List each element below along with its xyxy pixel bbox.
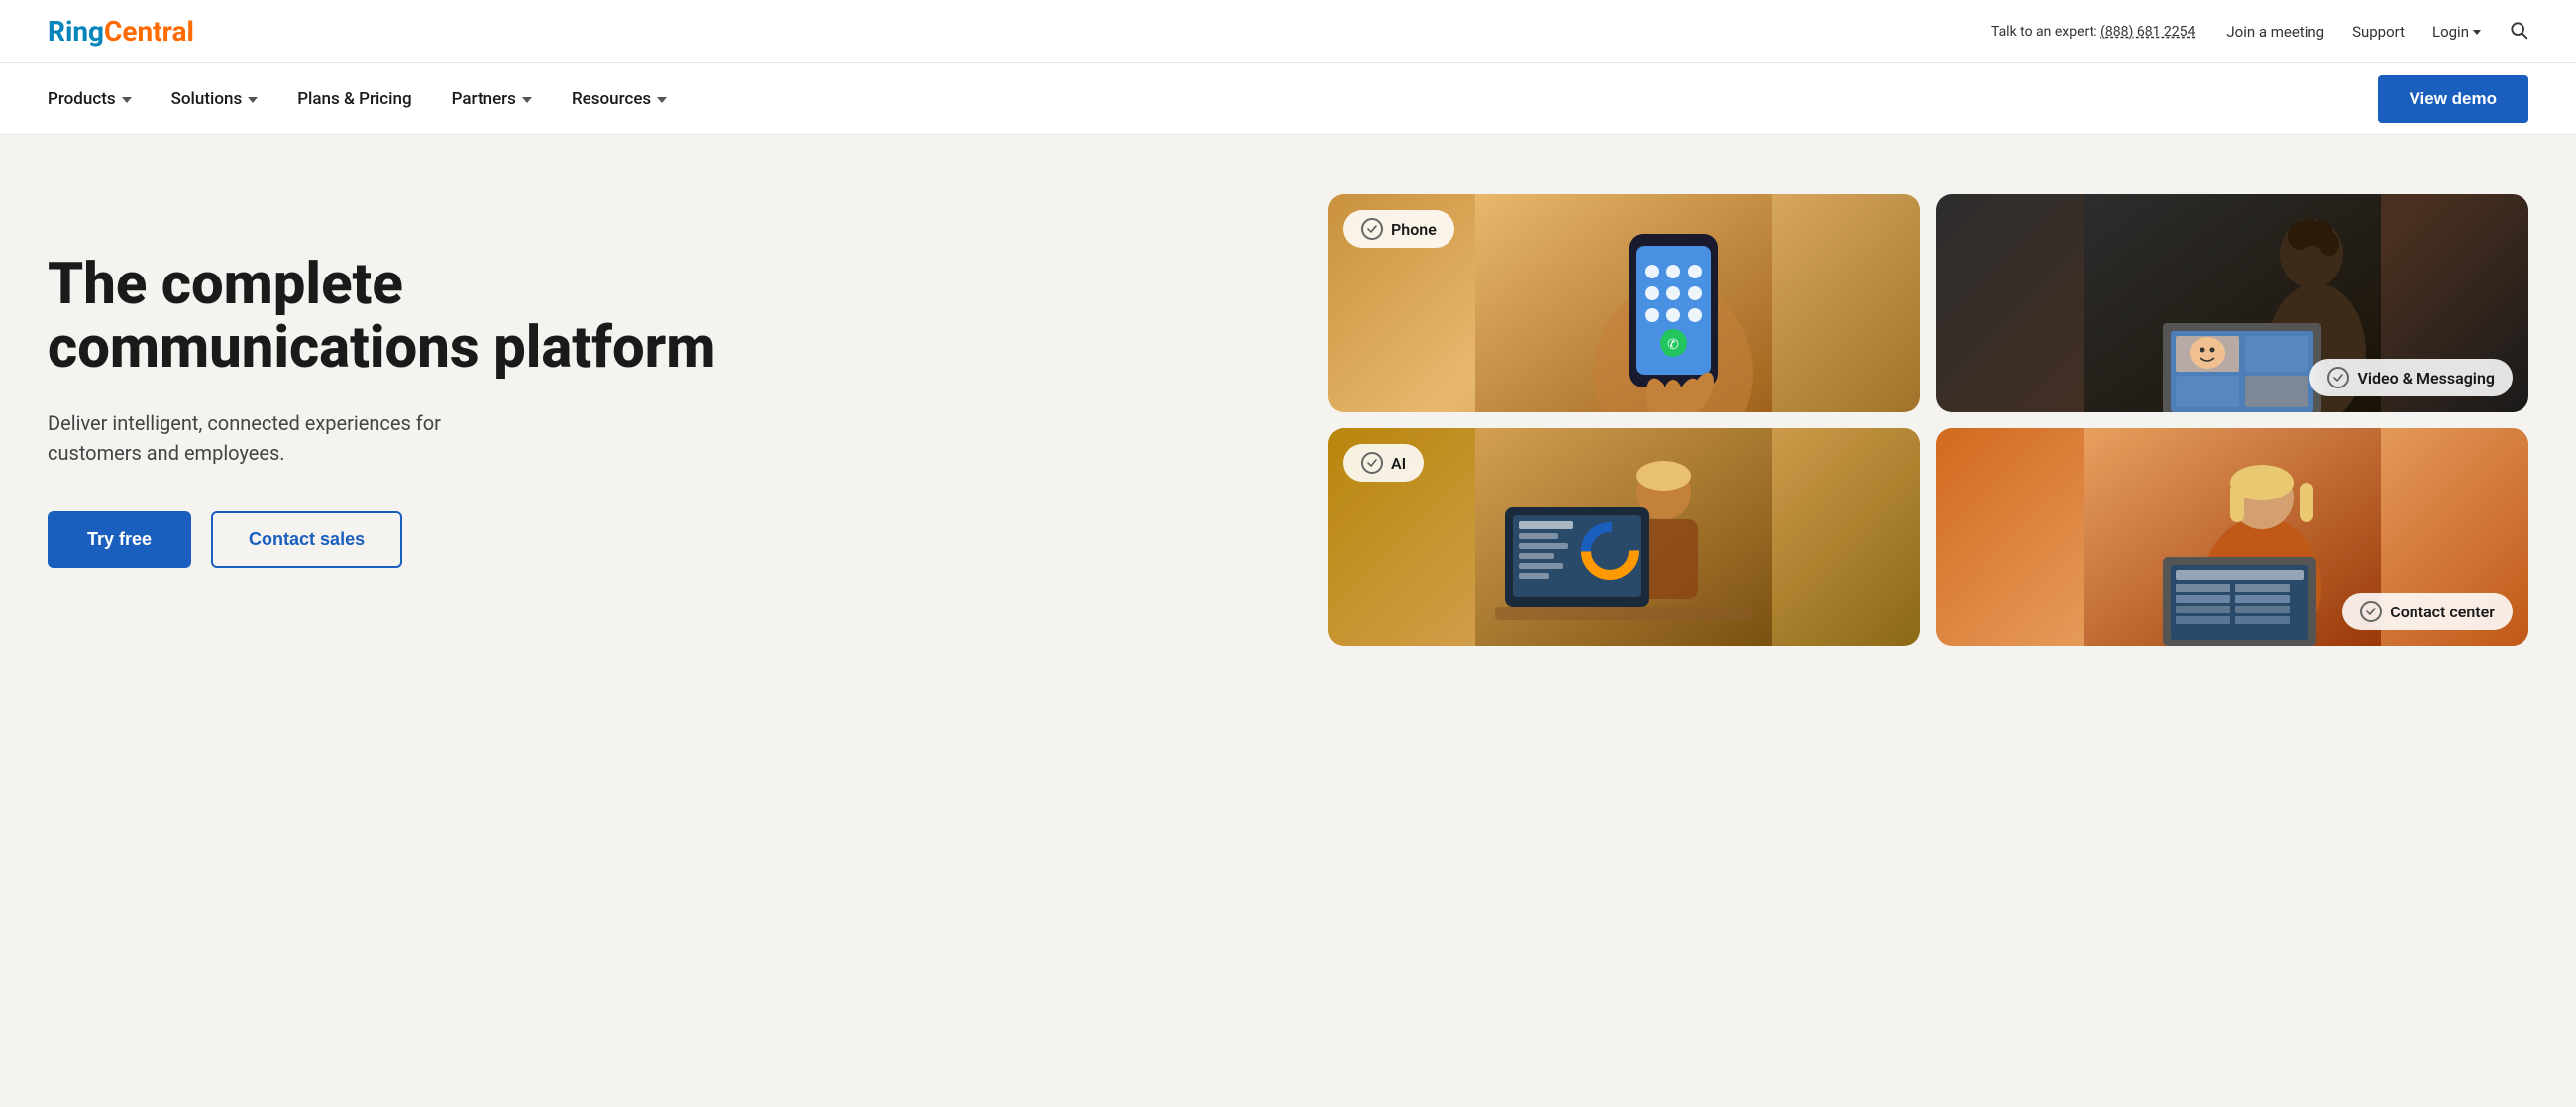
hero-buttons: Try free Contact sales bbox=[48, 511, 1288, 568]
phone-number: Talk to an expert: (888) 681 2254 bbox=[1991, 24, 2195, 40]
products-chevron-icon bbox=[122, 97, 132, 103]
video-check-icon bbox=[2327, 367, 2349, 388]
try-free-button[interactable]: Try free bbox=[48, 511, 191, 568]
hero-section: The complete communications platform Del… bbox=[0, 135, 2576, 809]
contact-sales-button[interactable]: Contact sales bbox=[211, 511, 402, 568]
top-links: Join a meeting Support Login bbox=[2226, 20, 2528, 44]
phone-card-label: Phone bbox=[1343, 210, 1454, 248]
svg-text:✆: ✆ bbox=[1667, 337, 1679, 353]
solutions-chevron-icon bbox=[248, 97, 258, 103]
card-contact: Contact center bbox=[1936, 428, 2528, 646]
nav-bar: Products Solutions Plans & Pricing Partn… bbox=[0, 63, 2576, 135]
ai-check-icon bbox=[1361, 452, 1383, 474]
login-link[interactable]: Login bbox=[2432, 23, 2481, 41]
nav-resources[interactable]: Resources bbox=[572, 89, 667, 109]
phone-check-icon bbox=[1361, 218, 1383, 240]
support-link[interactable]: Support bbox=[2352, 23, 2405, 41]
top-right: Talk to an expert: (888) 681 2254 Join a… bbox=[1991, 20, 2528, 44]
partners-chevron-icon bbox=[522, 97, 532, 103]
hero-left: The complete communications platform Del… bbox=[48, 194, 1288, 568]
view-demo-button[interactable]: View demo bbox=[2378, 75, 2529, 123]
logo-ring: Ring bbox=[48, 15, 104, 48]
contact-check-icon bbox=[2360, 601, 2382, 622]
nav-solutions[interactable]: Solutions bbox=[171, 89, 259, 109]
nav-products[interactable]: Products bbox=[48, 89, 132, 109]
hero-right: ✆ Phone bbox=[1288, 194, 2528, 646]
card-ai: AI bbox=[1328, 428, 1920, 646]
resources-chevron-icon bbox=[657, 97, 667, 103]
hero-subtitle: Deliver intelligent, connected experienc… bbox=[48, 408, 523, 468]
logo-central: Central bbox=[104, 15, 194, 48]
top-bar: RingCentral Talk to an expert: (888) 681… bbox=[0, 0, 2576, 63]
ai-card-label: AI bbox=[1343, 444, 1424, 482]
phone-link[interactable]: (888) 681 2254 bbox=[2100, 24, 2195, 40]
nav-plans-pricing[interactable]: Plans & Pricing bbox=[297, 89, 411, 109]
hero-title: The complete communications platform bbox=[48, 254, 1288, 381]
logo[interactable]: RingCentral bbox=[48, 15, 194, 48]
nav-left: Products Solutions Plans & Pricing Partn… bbox=[48, 89, 667, 109]
nav-partners[interactable]: Partners bbox=[452, 89, 532, 109]
contact-card-label: Contact center bbox=[2342, 593, 2513, 630]
join-meeting-link[interactable]: Join a meeting bbox=[2226, 23, 2324, 41]
card-phone: ✆ Phone bbox=[1328, 194, 1920, 412]
video-card-label: Video & Messaging bbox=[2309, 359, 2513, 396]
search-icon[interactable] bbox=[2509, 20, 2528, 44]
login-chevron-icon bbox=[2473, 30, 2481, 35]
card-video: Video & Messaging bbox=[1936, 194, 2528, 412]
